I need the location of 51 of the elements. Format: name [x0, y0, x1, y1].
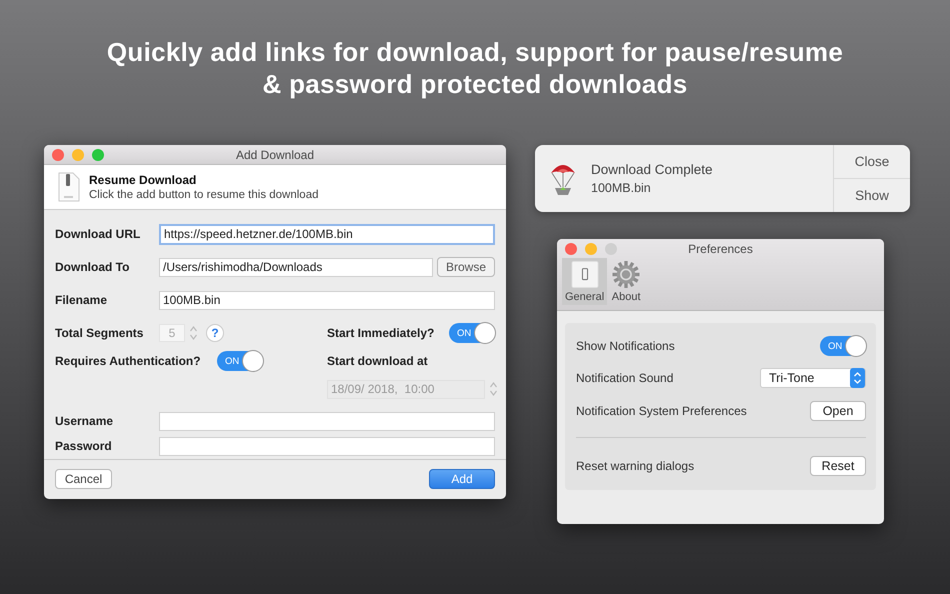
field-label: Password — [55, 439, 113, 453]
header-title: Resume Download — [89, 173, 198, 187]
minimize-window-button[interactable] — [585, 243, 597, 255]
browse-button[interactable]: Browse — [437, 257, 495, 277]
field-label: Total Segments — [55, 326, 144, 340]
close-window-button[interactable] — [52, 149, 64, 161]
field-label: Start download at — [327, 354, 427, 368]
headline-text: & password protected downloads — [262, 68, 688, 100]
filename-field[interactable]: 100MB.bin — [159, 290, 495, 310]
toolbar-tab[interactable]: General — [562, 258, 608, 305]
setting-label: Notification System Preferences — [576, 404, 747, 418]
action-button[interactable]: Open — [810, 401, 866, 421]
notification-title: Download Complete — [591, 162, 713, 177]
field-label: Requires Authentication? — [55, 354, 202, 368]
cancel-button[interactable]: Cancel — [55, 469, 112, 489]
switch-icon — [568, 261, 601, 288]
toggle-switch[interactable]: ON — [449, 323, 495, 343]
setting-label: Show Notifications — [576, 339, 675, 353]
setting-label: Notification Sound — [576, 371, 674, 385]
stepper-arrows — [489, 380, 498, 398]
stepper-arrows — [189, 324, 198, 342]
field-label: Start Immediately? — [327, 326, 436, 340]
header-subtitle: Click the add button to resume this download — [89, 189, 318, 201]
zoom-window-button[interactable] — [605, 243, 617, 255]
zoom-window-button[interactable] — [92, 149, 104, 161]
notification-action-button[interactable]: Show — [834, 178, 910, 212]
gear-icon — [610, 261, 642, 288]
password-field[interactable] — [159, 436, 495, 456]
field-label: Download To — [55, 260, 130, 274]
toggle-switch[interactable]: ON — [820, 336, 866, 356]
action-button[interactable]: Reset — [810, 456, 866, 476]
window-title: Preferences — [688, 242, 753, 256]
setting-label: Reset warning dialogs — [576, 459, 694, 473]
minimize-window-button[interactable] — [72, 149, 84, 161]
field-label: Download URL — [55, 227, 142, 241]
folder-field[interactable]: /Users/rishimodha/Downloads — [159, 258, 433, 276]
notification-action-button[interactable]: Close — [834, 145, 910, 178]
sound-dropdown[interactable]: Tri-Tone — [760, 368, 866, 388]
username-field[interactable] — [159, 412, 495, 430]
notification-subtitle: 100MB.bin — [591, 181, 652, 195]
toggle-switch[interactable]: ON — [217, 351, 263, 371]
file-icon — [58, 172, 80, 202]
toolbar-tab[interactable]: About — [607, 258, 646, 305]
window-title: Add Download — [236, 148, 314, 162]
headline-text: Quickly add links for download, support for pause/resume — [106, 36, 844, 68]
field-label: Username — [55, 414, 114, 428]
add-button[interactable]: Add — [429, 469, 495, 489]
url-field[interactable]: https://speed.hetzner.de/100MB.bin — [159, 224, 495, 244]
field-label: Filename — [55, 293, 108, 307]
dropdown-arrows-icon — [850, 368, 865, 388]
close-window-button[interactable] — [565, 243, 577, 255]
